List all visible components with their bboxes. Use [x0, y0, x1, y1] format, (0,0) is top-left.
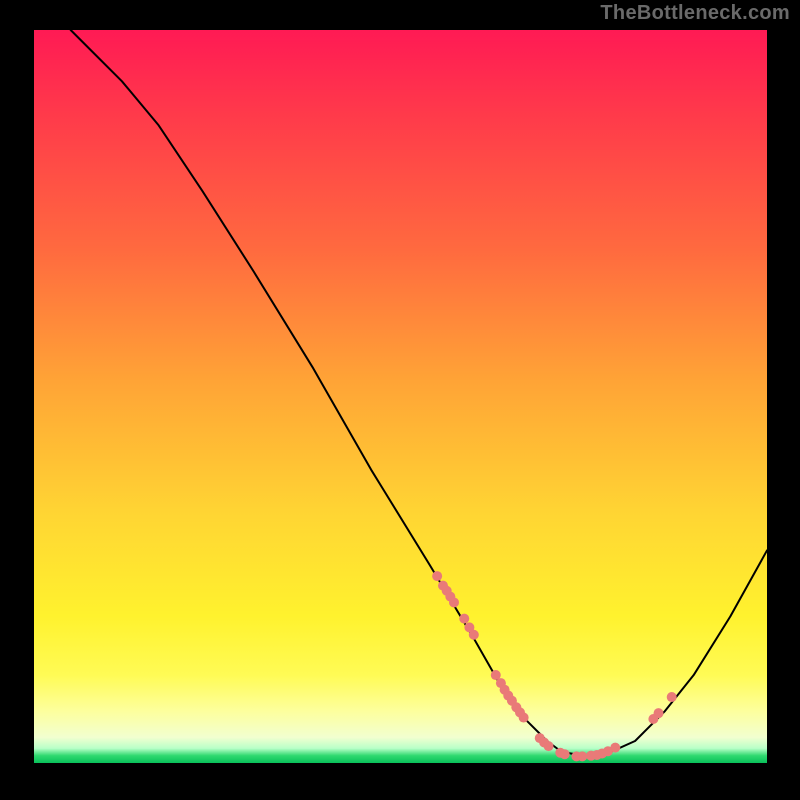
chart-marker — [654, 708, 664, 718]
chart-marker — [610, 743, 620, 753]
chart-marker — [432, 571, 442, 581]
chart-markers — [432, 571, 677, 761]
attribution-text: TheBottleneck.com — [600, 2, 790, 25]
chart-curve — [71, 30, 767, 756]
chart-plot-area — [34, 30, 767, 763]
chart-marker — [544, 741, 554, 751]
chart-marker — [519, 713, 529, 723]
chart-marker — [577, 751, 587, 761]
chart-marker — [449, 597, 459, 607]
chart-marker — [459, 614, 469, 624]
chart-marker — [560, 749, 570, 759]
chart-marker — [469, 630, 479, 640]
chart-marker — [667, 692, 677, 702]
chart-overlay-svg — [34, 30, 767, 763]
